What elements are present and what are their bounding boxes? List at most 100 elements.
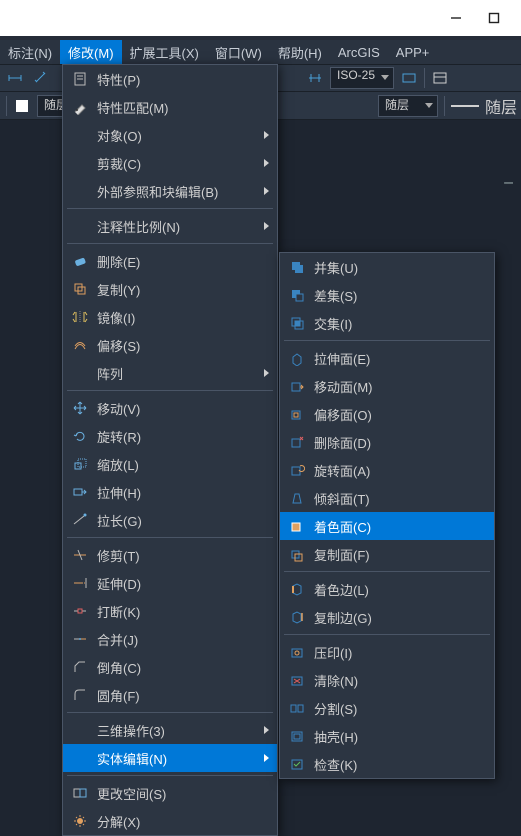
sub-item-color-edge[interactable]: 着色边(L) <box>280 575 494 603</box>
menu-item-match-props[interactable]: 特性匹配(M) <box>63 93 277 121</box>
extrude-face-icon <box>286 347 308 369</box>
menu-window[interactable]: 窗口(W) <box>207 40 270 64</box>
subtract-icon <box>286 284 308 306</box>
color-edge-icon <box>286 578 308 600</box>
sub-item-rotate-face[interactable]: 旋转面(A) <box>280 456 494 484</box>
menu-item-join[interactable]: 合并(J) <box>63 625 277 653</box>
dimupdate-icon[interactable] <box>398 67 420 89</box>
dimstyle-icon[interactable] <box>304 67 326 89</box>
menu-item-erase[interactable]: 删除(E) <box>63 247 277 275</box>
menu-label: 外部参照和块编辑(B) <box>97 182 264 201</box>
menu-item-copy[interactable]: 复制(Y) <box>63 275 277 303</box>
menu-item-move[interactable]: 移动(V) <box>63 394 277 422</box>
sub-item-copy-face[interactable]: 复制面(F) <box>280 540 494 568</box>
check-icon <box>286 753 308 775</box>
copy-icon <box>69 278 91 300</box>
menu-item-object[interactable]: 对象(O) <box>63 121 277 149</box>
maximize-button[interactable] <box>475 4 513 32</box>
menu-item-anno-scale[interactable]: 注释性比例(N) <box>63 212 277 240</box>
menu-label: 偏移面(O) <box>314 405 486 424</box>
layer-color-icon[interactable] <box>11 95 33 117</box>
sub-item-shell[interactable]: 抽壳(H) <box>280 722 494 750</box>
sub-item-offset-face[interactable]: 偏移面(O) <box>280 400 494 428</box>
modify-menu: 特性(P) 特性匹配(M) 对象(O) 剪裁(C) 外部参照和块编辑(B) 注释… <box>62 64 278 836</box>
sub-item-check[interactable]: 检查(K) <box>280 750 494 778</box>
menu-app-plus[interactable]: APP+ <box>388 40 438 64</box>
menu-item-scale[interactable]: 缩放(L) <box>63 450 277 478</box>
menu-item-stretch[interactable]: 拉伸(H) <box>63 478 277 506</box>
menu-label: 修剪(T) <box>97 546 269 565</box>
layer2-select[interactable]: 随层 <box>378 95 438 117</box>
menu-item-extend[interactable]: 延伸(D) <box>63 569 277 597</box>
menu-item-explode[interactable]: 分解(X) <box>63 807 277 835</box>
mirror-icon <box>69 306 91 328</box>
menu-label: 延伸(D) <box>97 574 269 593</box>
sub-item-delete-face[interactable]: 删除面(D) <box>280 428 494 456</box>
break-icon <box>69 600 91 622</box>
menu-item-lengthen[interactable]: 拉长(G) <box>63 506 277 534</box>
sub-item-color-face[interactable]: 着色面(C) <box>280 512 494 540</box>
blank-icon <box>69 152 91 174</box>
menu-item-change-space[interactable]: 更改空间(S) <box>63 779 277 807</box>
menu-label: 圆角(F) <box>97 686 269 705</box>
menu-item-trim[interactable]: 修剪(T) <box>63 541 277 569</box>
menu-item-3d-ops[interactable]: 三维操作(3) <box>63 716 277 744</box>
menu-label: 清除(N) <box>314 671 486 690</box>
sub-item-separate[interactable]: 分割(S) <box>280 694 494 722</box>
menu-item-offset[interactable]: 偏移(S) <box>63 331 277 359</box>
blank-icon <box>69 747 91 769</box>
menu-item-clip[interactable]: 剪裁(C) <box>63 149 277 177</box>
menu-label: 交集(I) <box>314 314 486 333</box>
solid-edit-submenu: 并集(U) 差集(S) 交集(I) 拉伸面(E) 移动面(M) 偏移面(O) 删… <box>279 252 495 779</box>
rotate-face-icon <box>286 459 308 481</box>
menu-item-xref-block[interactable]: 外部参照和块编辑(B) <box>63 177 277 205</box>
menu-item-break[interactable]: 打断(K) <box>63 597 277 625</box>
dimaligned-icon[interactable] <box>30 67 52 89</box>
dash-marker: – <box>504 174 513 192</box>
minimize-button[interactable] <box>437 4 475 32</box>
menu-label: 镜像(I) <box>97 308 269 327</box>
extend-icon <box>69 572 91 594</box>
dimlinear-icon[interactable] <box>4 67 26 89</box>
menu-item-fillet[interactable]: 圆角(F) <box>63 681 277 709</box>
menu-label: 着色边(L) <box>314 580 486 599</box>
sub-item-union[interactable]: 并集(U) <box>280 253 494 281</box>
layer2-value: 随层 <box>385 98 409 112</box>
table-icon[interactable] <box>429 67 451 89</box>
sub-item-clean[interactable]: 清除(N) <box>280 666 494 694</box>
sub-item-taper-face[interactable]: 倾斜面(T) <box>280 484 494 512</box>
menu-item-array[interactable]: 阵列 <box>63 359 277 387</box>
menu-separator <box>284 634 490 635</box>
menu-modify[interactable]: 修改(M) <box>60 40 122 64</box>
move-icon <box>69 397 91 419</box>
menu-label: 倒角(C) <box>97 658 269 677</box>
menu-ext-tools[interactable]: 扩展工具(X) <box>122 40 207 64</box>
sub-item-extrude-face[interactable]: 拉伸面(E) <box>280 344 494 372</box>
sub-item-imprint[interactable]: 压印(I) <box>280 638 494 666</box>
menu-label: 移动(V) <box>97 399 269 418</box>
lengthen-icon <box>69 509 91 531</box>
sub-item-copy-edge[interactable]: 复制边(G) <box>280 603 494 631</box>
dimstyle-select[interactable]: ISO-25 <box>330 67 394 89</box>
stretch-icon <box>69 481 91 503</box>
menu-label: 抽壳(H) <box>314 727 486 746</box>
submenu-arrow-icon <box>264 131 269 139</box>
menu-help[interactable]: 帮助(H) <box>270 40 330 64</box>
fillet-icon <box>69 684 91 706</box>
menu-item-rotate[interactable]: 旋转(R) <box>63 422 277 450</box>
sub-item-intersect[interactable]: 交集(I) <box>280 309 494 337</box>
menu-label: 删除面(D) <box>314 433 486 452</box>
menu-item-properties[interactable]: 特性(P) <box>63 65 277 93</box>
intersect-icon <box>286 312 308 334</box>
menu-annotate[interactable]: 标注(N) <box>0 40 60 64</box>
menu-item-solid-editing[interactable]: 实体编辑(N) <box>63 744 277 772</box>
menu-item-chamfer[interactable]: 倒角(C) <box>63 653 277 681</box>
linetype-value: 随层 <box>485 94 517 118</box>
menu-item-mirror[interactable]: 镜像(I) <box>63 303 277 331</box>
clean-icon <box>286 669 308 691</box>
blank-icon <box>69 215 91 237</box>
menu-arcgis[interactable]: ArcGIS <box>330 40 388 64</box>
sub-item-subtract[interactable]: 差集(S) <box>280 281 494 309</box>
menu-label: 差集(S) <box>314 286 486 305</box>
sub-item-move-face[interactable]: 移动面(M) <box>280 372 494 400</box>
